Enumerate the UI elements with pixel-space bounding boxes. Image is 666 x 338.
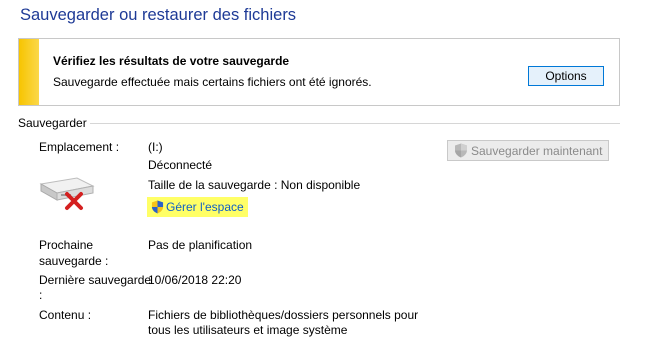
last-backup-value: 10/06/2018 22:20	[148, 273, 242, 287]
shield-icon	[454, 143, 468, 158]
next-backup-value: Pas de planification	[148, 238, 253, 252]
section-label-backup: Sauvegarder	[18, 116, 87, 130]
error-x-icon	[63, 190, 85, 215]
status-text: Déconnecté	[148, 158, 213, 172]
last-backup-label-line1: Dernière sauvegarde	[39, 273, 152, 287]
page-title: Sauvegarder ou restaurer des fichiers	[20, 6, 297, 24]
contents-value-line2: tous les utilisateurs et image système	[148, 323, 348, 337]
next-backup-label-line1: Prochaine	[39, 238, 94, 252]
backup-result-notice: Vérifiez les résultats de votre sauvegar…	[18, 38, 620, 106]
shield-icon	[151, 200, 164, 214]
backup-size-text: Taille de la sauvegarde : Non disponible	[148, 178, 361, 192]
options-button[interactable]: Options	[528, 66, 604, 86]
warning-accent-bar	[19, 39, 39, 105]
backup-now-label: Sauvegarder maintenant	[471, 143, 603, 158]
backup-now-button[interactable]: Sauvegarder maintenant	[447, 140, 609, 161]
notice-text: Sauvegarde effectuée mais certains fichi…	[53, 75, 372, 89]
section-divider	[90, 123, 620, 124]
manage-space-label: Gérer l'espace	[166, 200, 244, 214]
contents-label: Contenu :	[39, 308, 92, 322]
location-label: Emplacement :	[39, 140, 120, 154]
location-value: (I:)	[148, 140, 163, 154]
contents-value-line1: Fichiers de bibliothèques/dossiers perso…	[148, 308, 419, 322]
last-backup-label-line2: :	[39, 288, 43, 302]
next-backup-label-line2: sauvegarde :	[39, 254, 109, 268]
manage-space-link[interactable]: Gérer l'espace	[147, 197, 248, 217]
notice-heading: Vérifiez les résultats de votre sauvegar…	[53, 54, 290, 68]
